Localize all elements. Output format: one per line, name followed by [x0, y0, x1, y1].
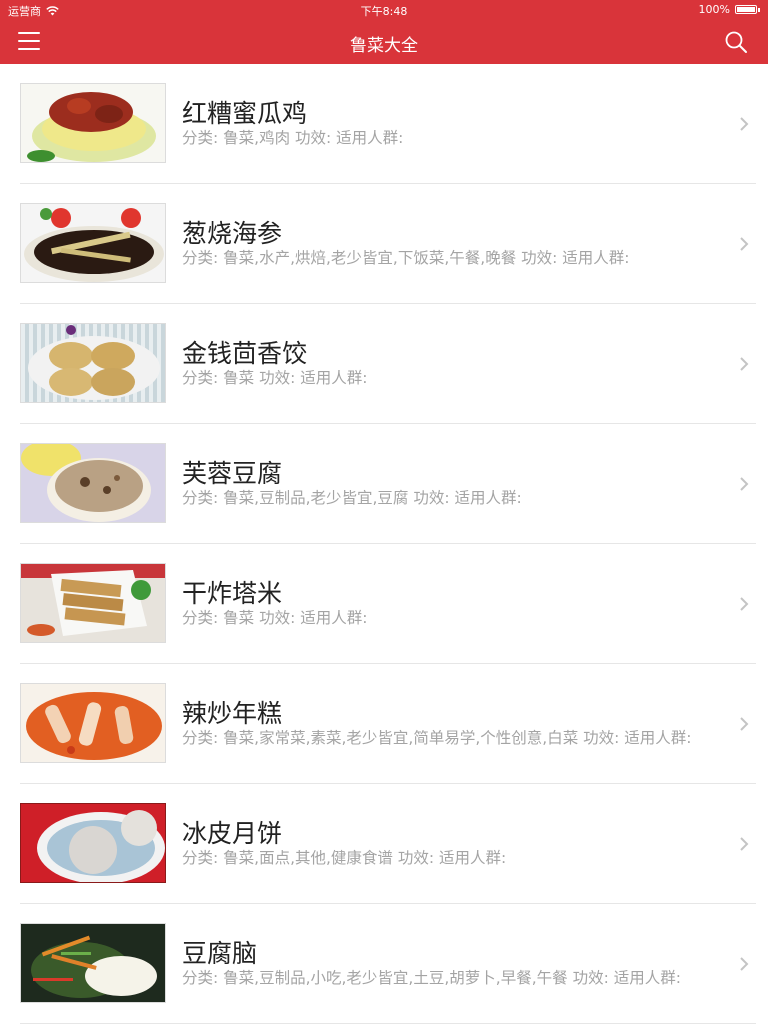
recipe-thumbnail: [20, 683, 166, 763]
dish-image-icon: [21, 84, 165, 162]
recipe-meta: 分类: 鲁菜 功效: 适用人群:: [182, 369, 368, 387]
recipe-meta: 分类: 鲁菜 功效: 适用人群:: [182, 609, 368, 627]
recipe-row[interactable]: 芙蓉豆腐 分类: 鲁菜,豆制品,老少皆宜,豆腐 功效: 适用人群:: [0, 424, 768, 544]
recipe-thumbnail: [20, 563, 166, 643]
recipe-meta: 分类: 鲁菜,家常菜,素菜,老少皆宜,简单易学,个性创意,白菜 功效: 适用人群…: [182, 729, 692, 747]
recipe-thumbnail: [20, 443, 166, 523]
chevron-right-icon: [740, 837, 749, 851]
recipe-title: 芙蓉豆腐: [182, 459, 283, 488]
battery-icon: [735, 5, 757, 14]
recipe-title: 辣炒年糕: [182, 699, 283, 728]
recipe-row[interactable]: 辣炒年糕 分类: 鲁菜,家常菜,素菜,老少皆宜,简单易学,个性创意,白菜 功效:…: [0, 664, 768, 784]
chevron-right-icon: [740, 237, 749, 251]
dish-image-icon: [21, 804, 165, 882]
recipe-meta: 分类: 鲁菜,鸡肉 功效: 适用人群:: [182, 129, 404, 147]
recipe-title: 红糟蜜瓜鸡: [182, 99, 308, 128]
recipe-title: 金钱茴香饺: [182, 339, 308, 368]
recipe-row[interactable]: 红糟蜜瓜鸡 分类: 鲁菜,鸡肉 功效: 适用人群:: [0, 64, 768, 184]
recipe-thumbnail: [20, 923, 166, 1003]
recipe-thumbnail: [20, 83, 166, 163]
chevron-right-icon: [740, 477, 749, 491]
recipe-thumbnail: [20, 323, 166, 403]
dish-image-icon: [21, 924, 165, 1002]
battery-tip: [758, 7, 760, 12]
recipe-meta: 分类: 鲁菜,面点,其他,健康食谱 功效: 适用人群:: [182, 849, 507, 867]
page-title: 鲁菜大全: [350, 36, 418, 56]
recipe-row[interactable]: 干炸塔米 分类: 鲁菜 功效: 适用人群:: [0, 544, 768, 664]
recipe-thumbnail: [20, 203, 166, 283]
status-right: 100%: [699, 3, 760, 16]
status-time: 下午8:48: [360, 5, 408, 18]
recipe-row[interactable]: 葱烧海参 分类: 鲁菜,水产,烘焙,老少皆宜,下饭菜,午餐,晚餐 功效: 适用人…: [0, 184, 768, 304]
chevron-right-icon: [740, 597, 749, 611]
dish-image-icon: [21, 204, 165, 282]
recipe-row[interactable]: 冰皮月饼 分类: 鲁菜,面点,其他,健康食谱 功效: 适用人群:: [0, 784, 768, 904]
recipe-meta: 分类: 鲁菜,豆制品,老少皆宜,豆腐 功效: 适用人群:: [182, 489, 522, 507]
recipe-row[interactable]: 金钱茴香饺 分类: 鲁菜 功效: 适用人群:: [0, 304, 768, 424]
recipe-thumbnail: [20, 803, 166, 883]
recipe-meta: 分类: 鲁菜,水产,烘焙,老少皆宜,下饭菜,午餐,晚餐 功效: 适用人群:: [182, 249, 630, 267]
chevron-right-icon: [740, 957, 749, 971]
recipe-title: 冰皮月饼: [182, 819, 283, 848]
recipe-title: 葱烧海参: [182, 219, 283, 248]
dish-image-icon: [21, 324, 165, 402]
chevron-right-icon: [740, 717, 749, 731]
dish-image-icon: [21, 564, 165, 642]
chevron-right-icon: [740, 117, 749, 131]
recipe-meta: 分类: 鲁菜,豆制品,小吃,老少皆宜,土豆,胡萝卜,早餐,午餐 功效: 适用人群…: [182, 969, 681, 987]
chevron-right-icon: [740, 357, 749, 371]
recipe-title: 豆腐脑: [182, 939, 258, 968]
recipe-list: 红糟蜜瓜鸡 分类: 鲁菜,鸡肉 功效: 适用人群: 葱烧海参 分类: 鲁菜,水产…: [0, 64, 768, 1024]
dish-image-icon: [21, 444, 165, 522]
status-bar: 运营商 下午8:48 100%: [0, 0, 768, 20]
recipe-title: 干炸塔米: [182, 579, 283, 608]
battery-percent: 100%: [698, 3, 730, 16]
recipe-row[interactable]: 豆腐脑 分类: 鲁菜,豆制品,小吃,老少皆宜,土豆,胡萝卜,早餐,午餐 功效: …: [0, 904, 768, 1024]
navigation-bar: 鲁菜大全: [0, 20, 768, 64]
search-icon[interactable]: [724, 30, 748, 54]
dish-image-icon: [21, 684, 165, 762]
